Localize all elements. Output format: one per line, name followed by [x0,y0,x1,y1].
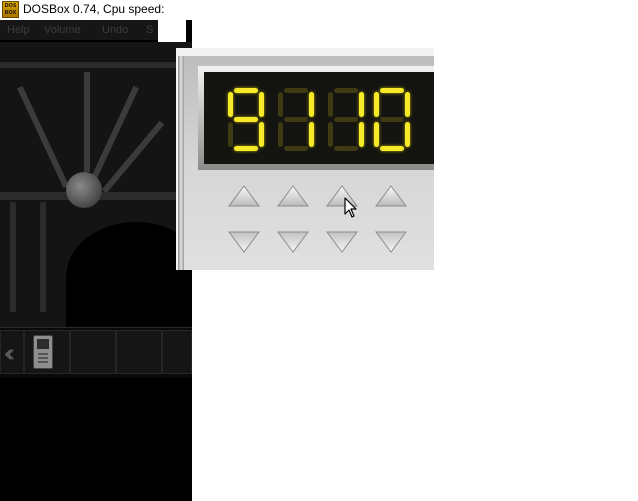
menu-item-s[interactable]: S [146,24,153,36]
down-arrow-icon [277,231,309,253]
window-title: DOSBox 0.74, Cpu speed: [23,2,165,16]
up-arrow-icon [228,185,260,207]
combination-keypad [176,48,434,270]
segment-c [405,122,410,147]
segment-d [234,146,258,151]
pda-device-icon[interactable] [33,335,53,369]
machine-core [66,172,102,208]
inventory-slot[interactable] [116,330,162,374]
segment-b [405,92,410,117]
mouse-cursor-icon [344,197,358,219]
game-menu-bar: Help Volume Undo S [0,20,160,40]
display-digit [228,88,264,152]
down-arrow-icon [375,231,407,253]
segment-c [359,122,364,147]
display-frame [198,66,434,170]
segment-d [284,146,308,151]
segment-e [228,122,233,147]
segment-b [259,92,264,117]
chevron-left-icon: ‹‹ [3,339,15,369]
machine-arm [17,85,69,189]
digit-down-button[interactable] [226,226,262,256]
inventory-slot[interactable] [24,330,70,374]
inventory-slot[interactable] [162,330,192,374]
segment-a [334,88,358,93]
menu-item-volume[interactable]: Volume [44,24,81,36]
digit-down-button[interactable] [275,226,311,256]
display-digit [328,88,364,152]
title-bar: DOS BOX DOSBox 0.74, Cpu speed: [0,0,638,20]
dark-mound [66,222,192,332]
scene-rail [0,62,192,68]
segment-e [374,122,379,147]
game-scene[interactable] [0,42,192,332]
scene-pillar [40,202,46,312]
segment-b [359,92,364,117]
machine-arm [87,85,139,189]
display-digit [374,88,410,152]
segment-g [234,117,258,122]
down-arrow-icon [326,231,358,253]
segment-f [374,92,379,117]
keypad-panel [178,56,434,270]
down-arrow-icon [228,231,260,253]
inventory-scroll-left[interactable]: ‹‹ [0,330,24,374]
segment-d [334,146,358,151]
up-arrow-icon [277,185,309,207]
segment-d [380,146,404,151]
segment-b [309,92,314,117]
digit-down-button[interactable] [373,226,409,256]
digit-up-button[interactable] [275,182,311,212]
segment-e [328,122,333,147]
dosbox-icon: DOS BOX [2,1,19,18]
segment-a [380,88,404,93]
game-viewport[interactable]: Help Volume Undo S ‹‹ [0,20,192,501]
up-arrow-icon [375,185,407,207]
seven-segment-display [204,72,434,164]
segment-g [380,117,404,122]
digit-down-button[interactable] [324,226,360,256]
segment-e [278,122,283,147]
segment-a [234,88,258,93]
segment-c [309,122,314,147]
machine-arm [84,72,90,172]
segment-c [259,122,264,147]
inventory-slot[interactable] [70,330,116,374]
segment-g [284,117,308,122]
segment-g [334,117,358,122]
scene-pillar [10,202,16,312]
digit-up-button[interactable] [226,182,262,212]
digit-up-button[interactable] [373,182,409,212]
segment-f [278,92,283,117]
panel-edge [178,56,184,270]
display-digit [278,88,314,152]
segment-f [228,92,233,117]
menu-item-help[interactable]: Help [7,24,30,36]
menu-item-undo[interactable]: Undo [102,24,128,36]
segment-f [328,92,333,117]
segment-a [284,88,308,93]
inventory-bar: ‹‹ [0,327,192,378]
